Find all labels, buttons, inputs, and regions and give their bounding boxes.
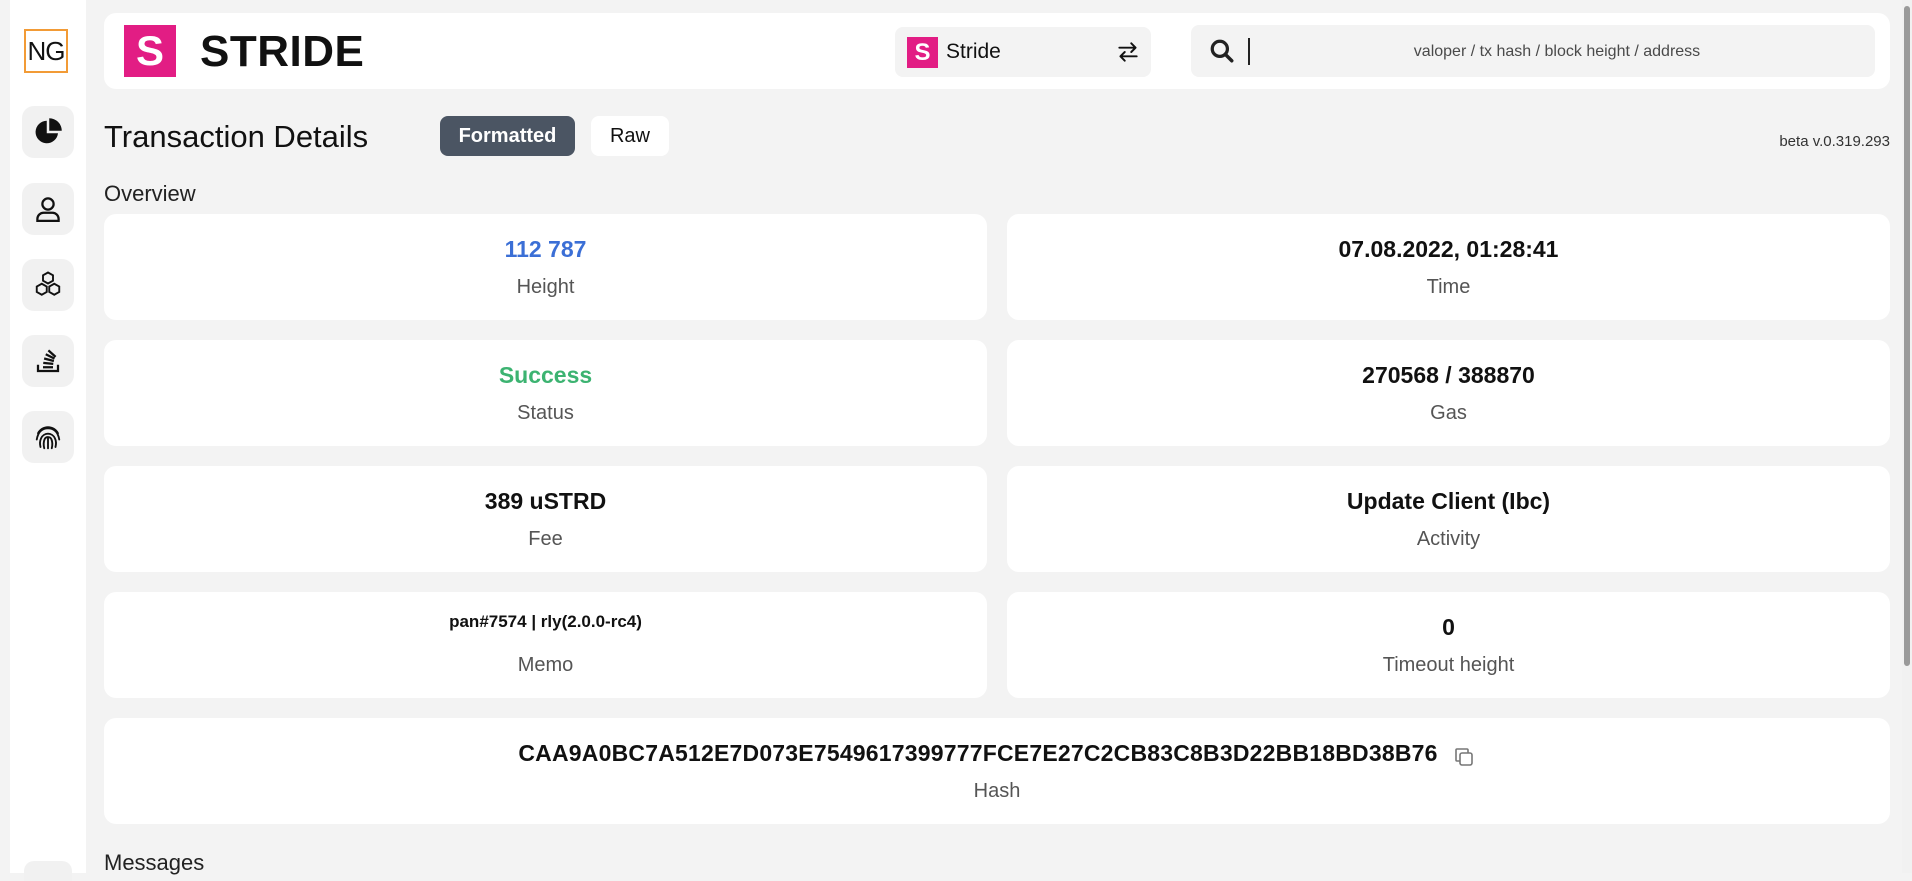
sidebar-item-partial[interactable] <box>24 861 72 881</box>
chain-selector[interactable]: S Stride <box>895 27 1151 77</box>
timeout-value: 0 <box>1442 614 1455 640</box>
activity-label: Activity <box>1416 528 1481 550</box>
time-label: Time <box>1426 276 1471 298</box>
stack-icon <box>36 349 60 373</box>
hash-value: CAA9A0BC7A512E7D073E7549617399777FCE7E27… <box>518 740 1438 766</box>
height-value[interactable]: 112 787 <box>104 236 987 263</box>
tab-formatted[interactable]: Formatted <box>440 116 575 156</box>
page-title: Transaction Details <box>104 119 369 154</box>
blocks-icon <box>35 271 61 296</box>
height-label: Height <box>516 276 575 298</box>
height-card: 112 787 Height <box>104 214 987 320</box>
ng-logo[interactable]: NG <box>24 29 68 73</box>
tab-raw[interactable]: Raw <box>591 116 669 156</box>
hash-row: CAA9A0BC7A512E7D073E7549617399777FCE7E27… <box>104 740 1890 769</box>
copy-icon[interactable] <box>1452 745 1476 769</box>
sidebar-item-dashboard[interactable] <box>22 106 74 158</box>
overview-heading: Overview <box>104 181 196 206</box>
fee-value: 389 uSTRD <box>484 488 607 514</box>
pie-chart-icon <box>35 118 62 144</box>
search-icon <box>1210 39 1234 63</box>
fee-label: Fee <box>528 528 563 550</box>
sidebar-item-blocks[interactable] <box>22 259 74 311</box>
status-label: Status <box>517 402 574 424</box>
timeout-card: 0 Timeout height <box>1007 592 1890 698</box>
memo-value: pan#7574 | rly(2.0.0-rc4) <box>449 612 642 631</box>
timeout-label: Timeout height <box>1382 654 1515 676</box>
gas-value: 270568 / 388870 <box>1362 362 1535 388</box>
time-value: 07.08.2022, 01:28:41 <box>1338 236 1559 262</box>
memo-card: pan#7574 | rly(2.0.0-rc4) Memo <box>104 592 987 698</box>
chain-logo: S <box>907 37 938 68</box>
sidebar-item-transactions[interactable] <box>22 335 74 387</box>
sidebar-item-keys[interactable] <box>22 411 74 463</box>
top-bar: S STRIDE S Stride <box>104 13 1890 89</box>
messages-heading: Messages <box>104 850 205 875</box>
memo-label: Memo <box>517 654 574 676</box>
user-icon <box>36 197 60 222</box>
hash-card: CAA9A0BC7A512E7D073E7549617399777FCE7E27… <box>104 718 1890 824</box>
search-input[interactable] <box>1255 25 1859 79</box>
fee-card: 389 uSTRD Fee <box>104 466 987 572</box>
hash-label: Hash <box>973 780 1021 802</box>
page-scrollbar[interactable] <box>1902 0 1912 873</box>
gas-label: Gas <box>1430 402 1467 424</box>
sidebar-item-validators[interactable] <box>22 183 74 235</box>
activity-value: Update Client (Ibc) <box>1346 488 1551 514</box>
search-bar[interactable] <box>1191 25 1875 79</box>
chain-name: Stride <box>946 40 1001 63</box>
version-label: beta v.0.319.293 <box>1779 133 1890 150</box>
gas-card: 270568 / 388870 Gas <box>1007 340 1890 446</box>
time-card: 07.08.2022, 01:28:41 Time <box>1007 214 1890 320</box>
fingerprint-icon <box>35 426 61 450</box>
swap-icon <box>1118 42 1138 62</box>
sidebar: NG <box>10 0 86 881</box>
status-card: Success Status <box>104 340 987 446</box>
text-caret <box>1248 38 1250 65</box>
brand-name[interactable]: STRIDE <box>200 27 364 77</box>
scrollbar-thumb[interactable] <box>1904 6 1910 666</box>
stride-logo[interactable]: S <box>124 25 176 77</box>
activity-card: Update Client (Ibc) Activity <box>1007 466 1890 572</box>
status-value: Success <box>498 362 593 388</box>
